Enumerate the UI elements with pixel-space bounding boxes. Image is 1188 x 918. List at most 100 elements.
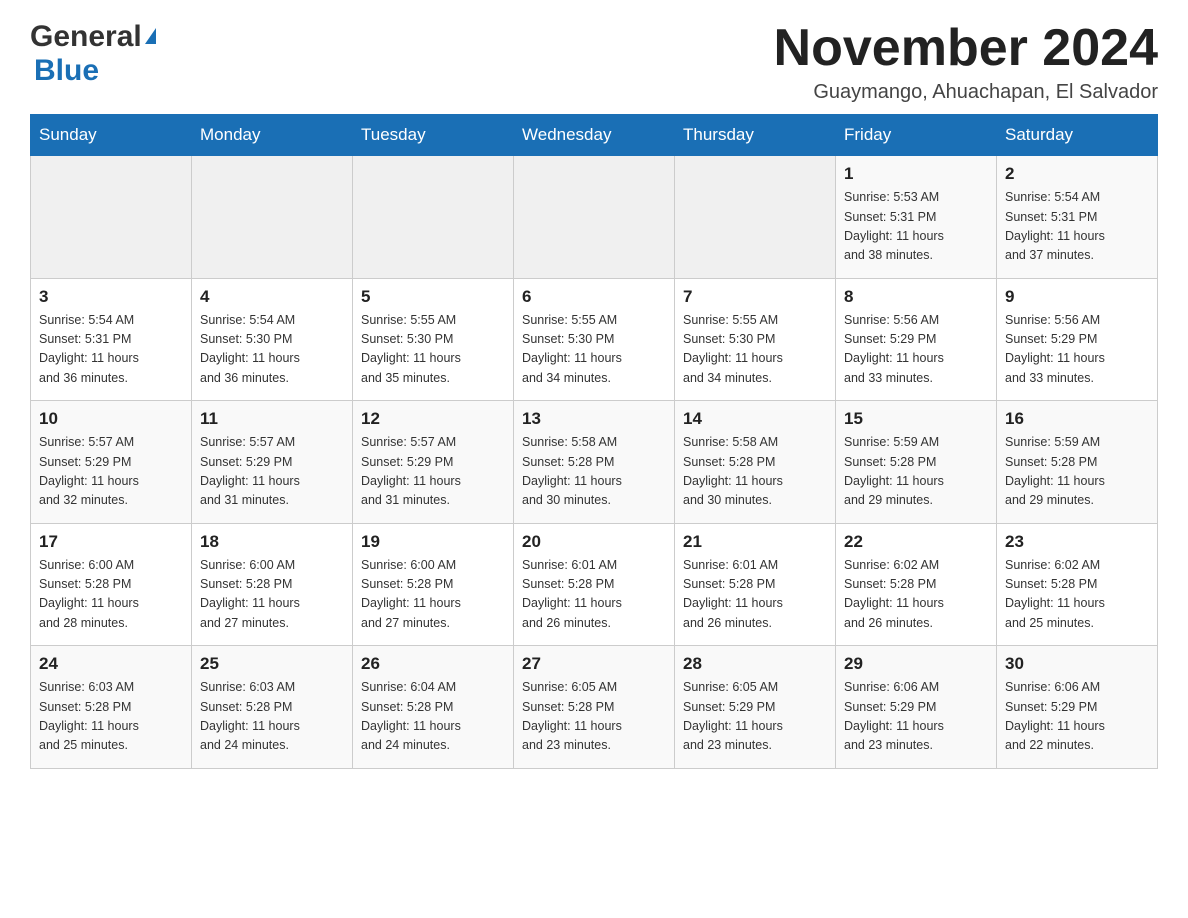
calendar-cell: 6 Sunrise: 5:55 AM Sunset: 5:30 PM Daylig… [514,278,675,401]
logo-general-text: General [30,20,142,54]
day-info: Sunrise: 5:54 AM Sunset: 5:31 PM Dayligh… [39,311,183,389]
day-number: 15 [844,409,988,429]
day-number: 13 [522,409,666,429]
calendar-week-1: 1Sunrise: 5:53 AM Sunset: 5:31 PM Daylig… [31,156,1158,279]
calendar-cell: 17 Sunrise: 6:00 AM Sunset: 5:28 PM Dayli… [31,523,192,646]
day-number: 14 [683,409,827,429]
location: Guaymango, Ahuachapan, El Salvador [774,81,1158,104]
calendar-table: SundayMondayTuesdayWednesdayThursdayFrid… [30,114,1158,769]
day-info: Sunrise: 5:59 AM Sunset: 5:28 PM Dayligh… [1005,433,1149,511]
calendar-cell: 18Sunrise: 6:00 AM Sunset: 5:28 PM Dayli… [192,523,353,646]
day-info: Sunrise: 5:54 AM Sunset: 5:30 PM Dayligh… [200,311,344,389]
weekday-header-row: SundayMondayTuesdayWednesdayThursdayFrid… [31,115,1158,156]
day-number: 22 [844,532,988,552]
day-number: 30 [1005,654,1149,674]
calendar-cell: 15 Sunrise: 5:59 AM Sunset: 5:28 PM Dayli… [836,401,997,524]
calendar-week-4: 17 Sunrise: 6:00 AM Sunset: 5:28 PM Dayli… [31,523,1158,646]
day-info: Sunrise: 6:03 AM Sunset: 5:28 PM Dayligh… [39,678,183,756]
calendar-cell: 13Sunrise: 5:58 AM Sunset: 5:28 PM Dayli… [514,401,675,524]
day-info: Sunrise: 6:06 AM Sunset: 5:29 PM Dayligh… [1005,678,1149,756]
day-info: Sunrise: 6:00 AM Sunset: 5:28 PM Dayligh… [39,556,183,634]
calendar-cell: 22 Sunrise: 6:02 AM Sunset: 5:28 PM Dayli… [836,523,997,646]
day-info: Sunrise: 6:03 AM Sunset: 5:28 PM Dayligh… [200,678,344,756]
calendar-week-5: 24 Sunrise: 6:03 AM Sunset: 5:28 PM Dayli… [31,646,1158,769]
page-header: General Blue November 2024 Guaymango, Ah… [30,20,1158,104]
logo-triangle-icon [145,28,156,44]
month-title: November 2024 [774,20,1158,77]
calendar-cell: 30 Sunrise: 6:06 AM Sunset: 5:29 PM Dayli… [997,646,1158,769]
day-info: Sunrise: 5:55 AM Sunset: 5:30 PM Dayligh… [522,311,666,389]
day-number: 9 [1005,287,1149,307]
day-number: 4 [200,287,344,307]
calendar-cell: 11 Sunrise: 5:57 AM Sunset: 5:29 PM Dayli… [192,401,353,524]
day-number: 24 [39,654,183,674]
day-number: 23 [1005,532,1149,552]
day-info: Sunrise: 6:01 AM Sunset: 5:28 PM Dayligh… [683,556,827,634]
calendar-cell: 29Sunrise: 6:06 AM Sunset: 5:29 PM Dayli… [836,646,997,769]
title-block: November 2024 Guaymango, Ahuachapan, El … [774,20,1158,104]
day-number: 16 [1005,409,1149,429]
calendar-cell: 27 Sunrise: 6:05 AM Sunset: 5:28 PM Dayli… [514,646,675,769]
calendar-cell: 7Sunrise: 5:55 AM Sunset: 5:30 PM Daylig… [675,278,836,401]
logo: General Blue [30,20,156,88]
weekday-header-monday: Monday [192,115,353,156]
day-info: Sunrise: 5:57 AM Sunset: 5:29 PM Dayligh… [39,433,183,511]
calendar-cell: 14 Sunrise: 5:58 AM Sunset: 5:28 PM Dayli… [675,401,836,524]
day-number: 19 [361,532,505,552]
day-number: 28 [683,654,827,674]
calendar-body: 1Sunrise: 5:53 AM Sunset: 5:31 PM Daylig… [31,156,1158,769]
day-number: 17 [39,532,183,552]
calendar-cell [514,156,675,279]
calendar-cell: 8Sunrise: 5:56 AM Sunset: 5:29 PM Daylig… [836,278,997,401]
day-info: Sunrise: 6:00 AM Sunset: 5:28 PM Dayligh… [200,556,344,634]
day-number: 20 [522,532,666,552]
day-number: 12 [361,409,505,429]
day-info: Sunrise: 5:56 AM Sunset: 5:29 PM Dayligh… [1005,311,1149,389]
weekday-header-sunday: Sunday [31,115,192,156]
day-info: Sunrise: 6:02 AM Sunset: 5:28 PM Dayligh… [844,556,988,634]
calendar-cell: 2 Sunrise: 5:54 AM Sunset: 5:31 PM Daylig… [997,156,1158,279]
calendar-cell: 24 Sunrise: 6:03 AM Sunset: 5:28 PM Dayli… [31,646,192,769]
day-info: Sunrise: 6:01 AM Sunset: 5:28 PM Dayligh… [522,556,666,634]
day-info: Sunrise: 5:57 AM Sunset: 5:29 PM Dayligh… [200,433,344,511]
logo-blue-text: Blue [34,54,99,87]
calendar-cell: 19 Sunrise: 6:00 AM Sunset: 5:28 PM Dayli… [353,523,514,646]
day-info: Sunrise: 5:58 AM Sunset: 5:28 PM Dayligh… [683,433,827,511]
calendar-cell: 21 Sunrise: 6:01 AM Sunset: 5:28 PM Dayli… [675,523,836,646]
weekday-header-thursday: Thursday [675,115,836,156]
calendar-cell [353,156,514,279]
weekday-header-wednesday: Wednesday [514,115,675,156]
day-info: Sunrise: 5:56 AM Sunset: 5:29 PM Dayligh… [844,311,988,389]
day-number: 3 [39,287,183,307]
day-info: Sunrise: 5:55 AM Sunset: 5:30 PM Dayligh… [361,311,505,389]
calendar-cell: 28 Sunrise: 6:05 AM Sunset: 5:29 PM Dayli… [675,646,836,769]
day-number: 25 [200,654,344,674]
day-info: Sunrise: 5:59 AM Sunset: 5:28 PM Dayligh… [844,433,988,511]
calendar-week-3: 10 Sunrise: 5:57 AM Sunset: 5:29 PM Dayli… [31,401,1158,524]
day-info: Sunrise: 6:05 AM Sunset: 5:28 PM Dayligh… [522,678,666,756]
calendar-cell: 16 Sunrise: 5:59 AM Sunset: 5:28 PM Dayli… [997,401,1158,524]
day-number: 2 [1005,164,1149,184]
weekday-header-saturday: Saturday [997,115,1158,156]
day-number: 27 [522,654,666,674]
day-number: 21 [683,532,827,552]
day-info: Sunrise: 6:02 AM Sunset: 5:28 PM Dayligh… [1005,556,1149,634]
day-number: 10 [39,409,183,429]
day-info: Sunrise: 6:00 AM Sunset: 5:28 PM Dayligh… [361,556,505,634]
calendar-cell: 23 Sunrise: 6:02 AM Sunset: 5:28 PM Dayli… [997,523,1158,646]
calendar-cell: 26Sunrise: 6:04 AM Sunset: 5:28 PM Dayli… [353,646,514,769]
day-info: Sunrise: 6:04 AM Sunset: 5:28 PM Dayligh… [361,678,505,756]
day-number: 5 [361,287,505,307]
day-number: 1 [844,164,988,184]
calendar-cell: 25 Sunrise: 6:03 AM Sunset: 5:28 PM Dayli… [192,646,353,769]
day-number: 6 [522,287,666,307]
day-number: 7 [683,287,827,307]
day-info: Sunrise: 5:54 AM Sunset: 5:31 PM Dayligh… [1005,188,1149,266]
calendar-cell [675,156,836,279]
day-info: Sunrise: 6:05 AM Sunset: 5:29 PM Dayligh… [683,678,827,756]
calendar-cell: 5 Sunrise: 5:55 AM Sunset: 5:30 PM Daylig… [353,278,514,401]
weekday-header-friday: Friday [836,115,997,156]
calendar-week-2: 3 Sunrise: 5:54 AM Sunset: 5:31 PM Daylig… [31,278,1158,401]
day-number: 11 [200,409,344,429]
day-info: Sunrise: 6:06 AM Sunset: 5:29 PM Dayligh… [844,678,988,756]
